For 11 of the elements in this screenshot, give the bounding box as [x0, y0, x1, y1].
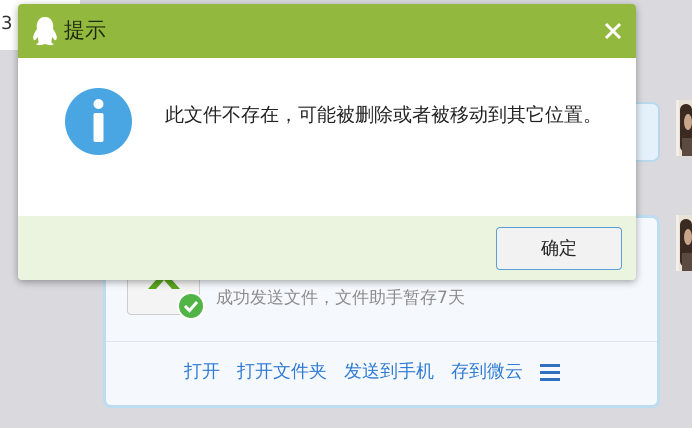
menu-icon[interactable]	[540, 362, 560, 380]
message-text: 此文件不存在，可能被删除或者被移动到其它位置。	[165, 103, 603, 128]
action-link[interactable]: 存到微云	[451, 358, 523, 385]
status-text: 成功发送文件，文件助手暂存7天	[216, 286, 465, 310]
penguin-icon	[32, 16, 58, 46]
dialog-title: 提示	[64, 17, 106, 44]
info-icon	[65, 88, 132, 155]
action-link[interactable]: 打开文件夹	[237, 358, 327, 385]
confirm-button[interactable]: 确定	[496, 226, 622, 270]
action-link[interactable]: 发送到手机	[344, 358, 434, 385]
action-link[interactable]: 打开	[184, 358, 220, 385]
